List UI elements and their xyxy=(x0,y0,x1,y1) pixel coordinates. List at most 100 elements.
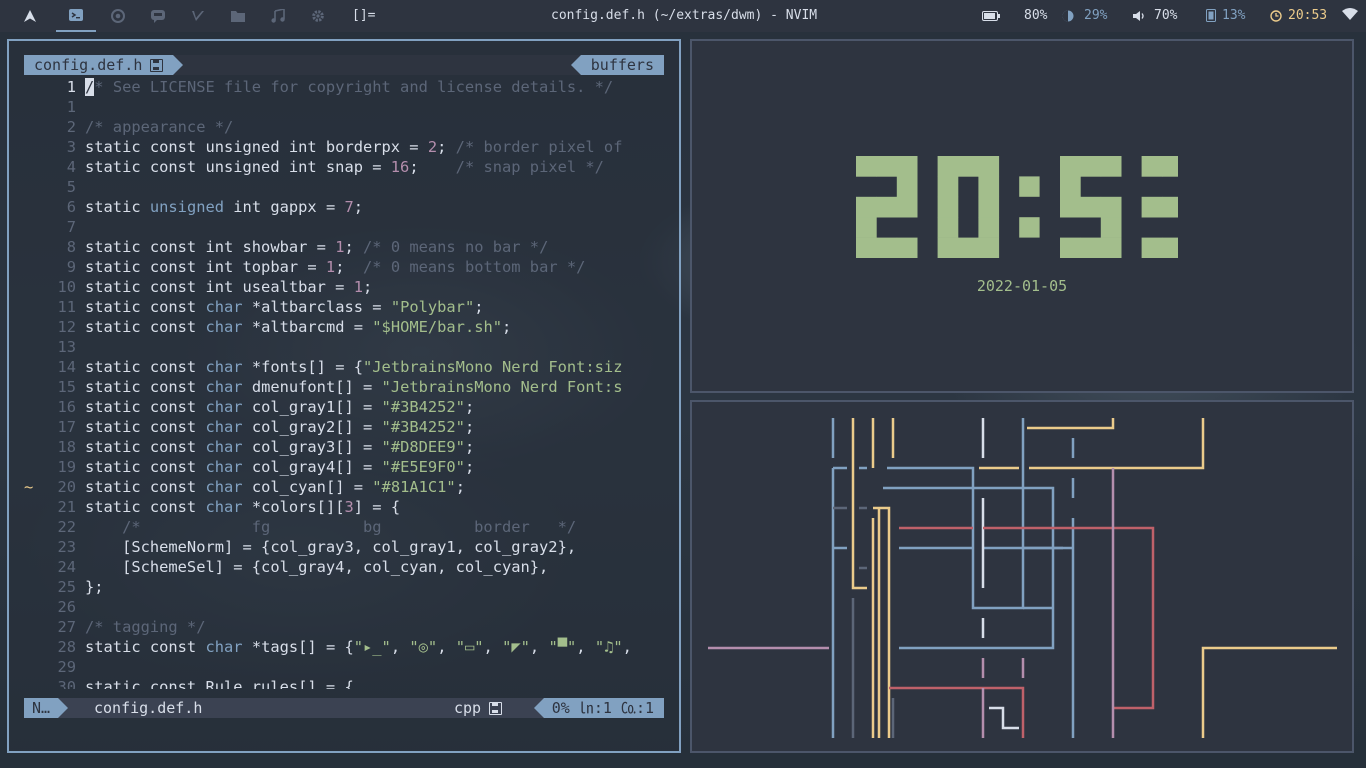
code-token: , xyxy=(390,638,410,656)
code-line[interactable]: 25}; xyxy=(24,577,664,597)
code-line[interactable]: 6 static unsigned int gappx = 7; xyxy=(24,197,664,217)
code-line[interactable]: 5 xyxy=(24,177,664,197)
code-token: static const xyxy=(85,418,206,436)
clock-digit-cell xyxy=(876,237,898,258)
code-editor[interactable]: 1 /* See LICENSE file for copyright and l… xyxy=(24,77,664,689)
status-line: ㏑:1 xyxy=(578,699,612,717)
code-line[interactable]: 28 static const char *tags[] = {"▸_", "◎"… xyxy=(24,637,664,657)
code-token: col_gray4[] = xyxy=(242,458,382,476)
code-token: col_gray3[] = xyxy=(242,438,382,456)
code-line[interactable]: 21 static const char *colors[][3] = { xyxy=(24,497,664,517)
code-line[interactable]: 1 xyxy=(24,97,664,117)
code-line[interactable]: 30 static const Rule rules[] = { xyxy=(24,677,664,689)
code-line[interactable]: 10 static const int usealtbar = 1; xyxy=(24,277,664,297)
code-line[interactable]: 29 xyxy=(24,657,664,677)
code-token: ; xyxy=(464,438,475,456)
code-token: static const xyxy=(85,638,206,656)
code-line[interactable]: 17 static const char col_gray2[] = "#3B42… xyxy=(24,417,664,437)
clock-window[interactable]: 2022-01-05 xyxy=(690,39,1354,393)
code-token: * See LICENSE file for copyright and lic… xyxy=(94,78,614,96)
line-text: static const char col_gray2[] = "#3B4252… xyxy=(85,417,474,437)
clock-digit-cell xyxy=(937,217,959,238)
workspace-chat[interactable] xyxy=(138,0,178,32)
code-token: ; xyxy=(344,238,364,256)
code-line[interactable]: 8 static const int showbar = 1; /* 0 mean… xyxy=(24,237,664,257)
clock-digit-cell xyxy=(1141,237,1163,258)
clock-digit-cell xyxy=(1060,237,1081,258)
workspace-terminal[interactable] xyxy=(56,0,96,32)
code-line[interactable]: 13 xyxy=(24,337,664,357)
line-text: static const char *tags[] = {"▸_", "◎", … xyxy=(85,637,632,657)
code-token: ; xyxy=(437,138,456,156)
code-line[interactable]: 16 static const char col_gray1[] = "#3B42… xyxy=(24,397,664,417)
code-line[interactable]: 19 static const char col_gray4[] = "#E5E9… xyxy=(24,457,664,477)
pipes-window[interactable] xyxy=(690,400,1354,753)
pipes-animation xyxy=(708,418,1337,738)
clock-digit-cell xyxy=(978,176,1000,198)
folder-icon xyxy=(231,11,245,22)
line-text: static const char dmenufont[] = "Jetbrai… xyxy=(85,377,622,397)
code-token: "#E5E9F0" xyxy=(381,458,465,476)
line-text: static const char *colors[][3] = { xyxy=(85,497,400,517)
code-line[interactable]: 7 xyxy=(24,217,664,237)
code-line[interactable]: 24 [SchemeSel] = {col_gray4, col_cyan, c… xyxy=(24,557,664,577)
clock-digit-cell xyxy=(978,196,1000,218)
memory-value: 13% xyxy=(1222,8,1246,23)
clock-date: 2022-01-05 xyxy=(976,277,1068,295)
code-line[interactable]: 26 xyxy=(24,597,664,617)
line-number: 30 xyxy=(57,678,76,689)
code-token: /* tagging */ xyxy=(85,618,206,636)
workspace-code[interactable] xyxy=(178,0,218,32)
clock-digits xyxy=(856,156,1178,258)
workspace-settings[interactable] xyxy=(298,0,338,32)
code-line[interactable]: 22 /* fg bg border */ xyxy=(24,517,664,537)
workspace-files[interactable] xyxy=(218,0,258,32)
code-line[interactable]: 11 static const char *altbarclass = "Poly… xyxy=(24,297,664,317)
code-line[interactable]: 4 static const unsigned int snap = 16; /*… xyxy=(24,157,664,177)
line-number: 18 xyxy=(57,438,76,456)
code-token: static const xyxy=(85,438,206,456)
line-number: 26 xyxy=(57,598,76,616)
code-token: static const xyxy=(85,358,206,376)
code-line[interactable]: ~20 static const char col_cyan[] = "#81A1… xyxy=(24,477,664,497)
clock-digit-cell xyxy=(978,237,1000,258)
window-title: config.def.h (~/extras/dwm) - NVIM xyxy=(551,8,818,23)
clock-digit-cell xyxy=(1162,196,1178,218)
mode-indicator: N… xyxy=(24,698,69,718)
clock-digit-cell xyxy=(978,217,1000,238)
code-line[interactable]: 1 /* See LICENSE file for copyright and l… xyxy=(24,77,664,97)
code-token: /* snap pixel */ xyxy=(455,158,604,176)
code-line[interactable]: 27 /* tagging */ xyxy=(24,617,664,637)
nvim-window[interactable]: config.def.h buffers 1 /* See LICENSE fil… xyxy=(7,39,681,753)
code-line[interactable]: 15 static const char dmenufont[] = "Jetbr… xyxy=(24,377,664,397)
workspace-browser[interactable] xyxy=(98,0,138,32)
code-line[interactable]: 14 static const char *fonts[] = {"Jetbrai… xyxy=(24,357,664,377)
clock-digit-cell xyxy=(1060,176,1081,198)
line-number: 5 xyxy=(66,178,76,196)
clock-digit-cell xyxy=(1141,196,1163,218)
code-line[interactable]: 3 static const unsigned int borderpx = 2;… xyxy=(24,137,664,157)
code-token: , xyxy=(437,638,456,656)
line-number: 13 xyxy=(57,338,76,356)
tab-config-def-h[interactable]: config.def.h xyxy=(24,55,184,75)
code-line[interactable]: 9 static const int topbar = 1; /* 0 means… xyxy=(24,257,664,277)
clock-digit-cell xyxy=(896,156,918,177)
clock-digit-cell xyxy=(1100,217,1122,238)
code-token: "♫" xyxy=(594,638,623,656)
arch-logo-icon[interactable] xyxy=(10,0,50,32)
code-token: "#3B4252" xyxy=(381,398,465,416)
workspace-music[interactable] xyxy=(258,0,298,32)
line-number: 19 xyxy=(57,458,76,476)
code-line[interactable]: 12 static const char *altbarcmd = "$HOME/… xyxy=(24,317,664,337)
clock-digit-cell xyxy=(937,237,959,258)
clock-digit-cell xyxy=(1100,156,1122,177)
code-line[interactable]: 18 static const char col_gray3[] = "#D8DE… xyxy=(24,437,664,457)
code-line[interactable]: 2 /* appearance */ xyxy=(24,117,664,137)
line-number: 4 xyxy=(66,158,76,176)
code-line[interactable]: 23 [SchemeNorm] = {col_gray3, col_gray1,… xyxy=(24,537,664,557)
layout-indicator[interactable]: []= xyxy=(352,8,375,23)
code-token: ; xyxy=(464,458,475,476)
buffers-label[interactable]: buffers xyxy=(570,55,664,75)
code-token: , xyxy=(576,638,595,656)
wifi-status[interactable] xyxy=(1342,8,1358,20)
